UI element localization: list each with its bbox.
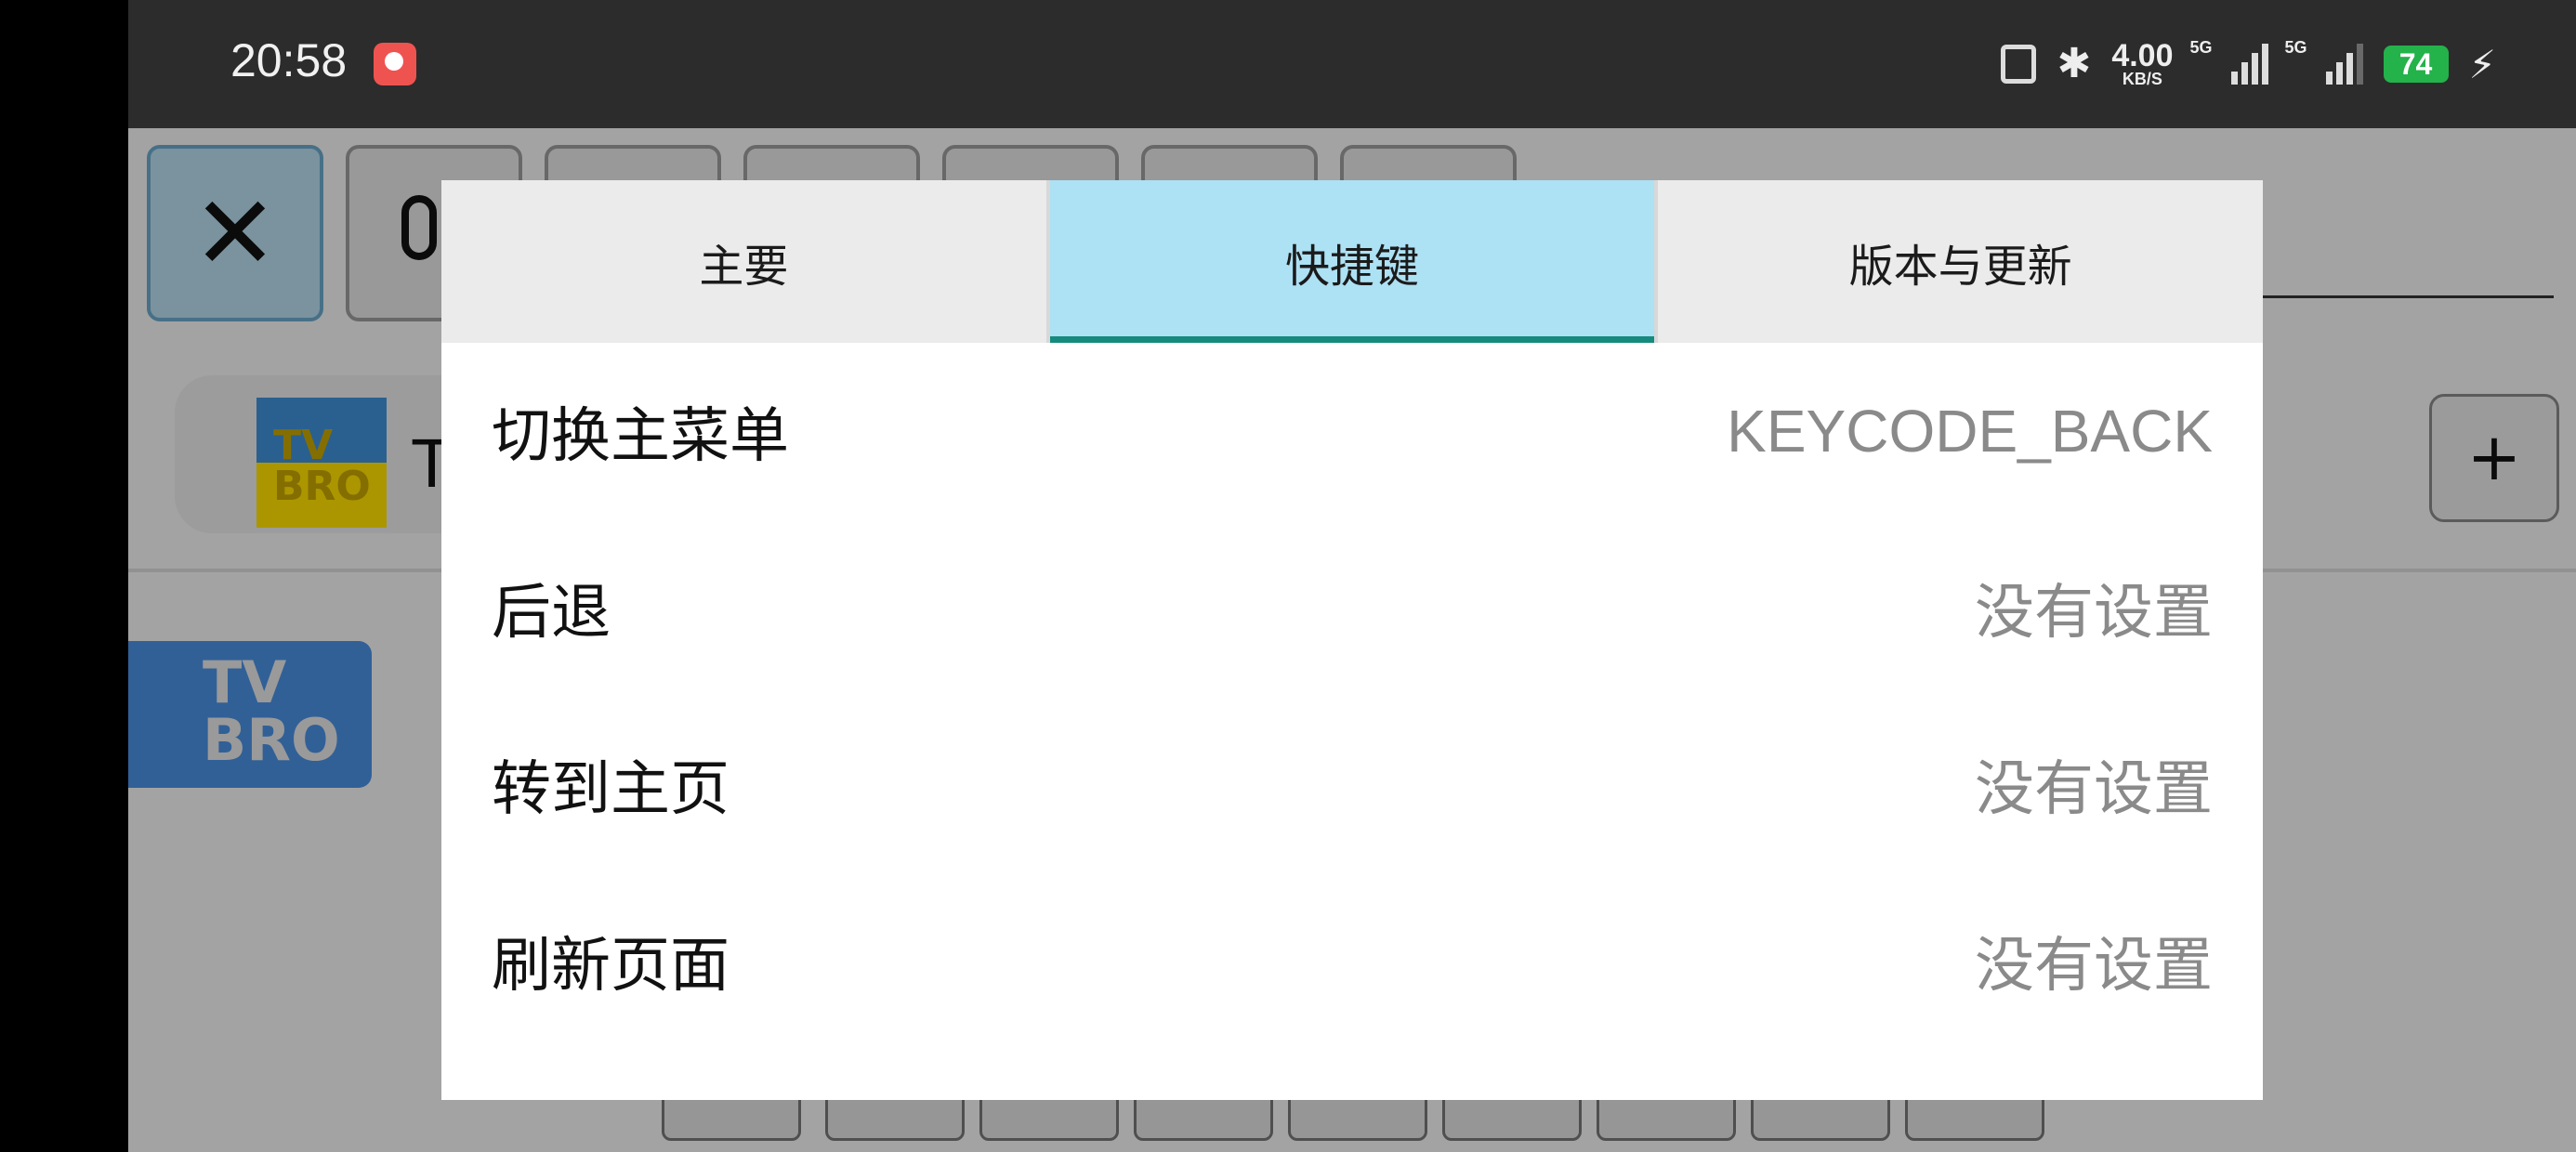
status-bar: 20:58 ✱ 4.00 KB/S 5G 5G 74 ⚡ <box>128 0 2576 128</box>
app-notification-icon <box>374 43 416 85</box>
shortcut-row-refresh[interactable]: 刷新页面 没有设置 <box>441 872 2263 1049</box>
tab-shortcuts[interactable]: 快捷键 <box>1045 180 1659 343</box>
status-icons: ✱ 4.00 KB/S 5G 5G 74 ⚡ <box>2001 30 2496 98</box>
settings-dialog: 主要 快捷键 版本与更新 切换主菜单 KEYCODE_BACK 后退 没有设置 … <box>441 180 2263 1100</box>
tab-version-updates[interactable]: 版本与更新 <box>1658 180 2263 343</box>
shortcut-value: KEYCODE_BACK <box>1727 398 2213 465</box>
shortcut-value: 没有设置 <box>1975 579 2213 646</box>
shortcut-value: 没有设置 <box>1975 932 2213 999</box>
shortcut-label: 刷新页面 <box>492 932 729 1001</box>
shortcut-label: 后退 <box>492 579 611 648</box>
bluetooth-icon: ✱ <box>2057 40 2092 87</box>
shortcut-label: 转到主页 <box>492 755 729 824</box>
charging-icon: ⚡ <box>2468 41 2497 87</box>
shortcut-row-back[interactable]: 后退 没有设置 <box>441 519 2263 696</box>
status-time: 20:58 <box>230 34 348 86</box>
settings-tabs: 主要 快捷键 版本与更新 <box>441 180 2263 343</box>
tab-main[interactable]: 主要 <box>441 180 1046 343</box>
signal-icon: 5G <box>2190 38 2268 85</box>
shortcut-row-toggle-menu[interactable]: 切换主菜单 KEYCODE_BACK <box>441 343 2263 519</box>
network-speed: 4.00 KB/S <box>2111 38 2174 88</box>
shortcut-label: 切换主菜单 <box>492 402 789 471</box>
shortcut-list: 切换主菜单 KEYCODE_BACK 后退 没有设置 转到主页 没有设置 刷新页… <box>441 343 2263 1049</box>
shortcut-row-home[interactable]: 转到主页 没有设置 <box>441 696 2263 872</box>
signal-icon-2: 5G <box>2285 38 2363 85</box>
nfc-icon <box>2001 45 2037 84</box>
shortcut-value: 没有设置 <box>1975 755 2213 822</box>
battery-icon: 74 <box>2383 46 2449 83</box>
